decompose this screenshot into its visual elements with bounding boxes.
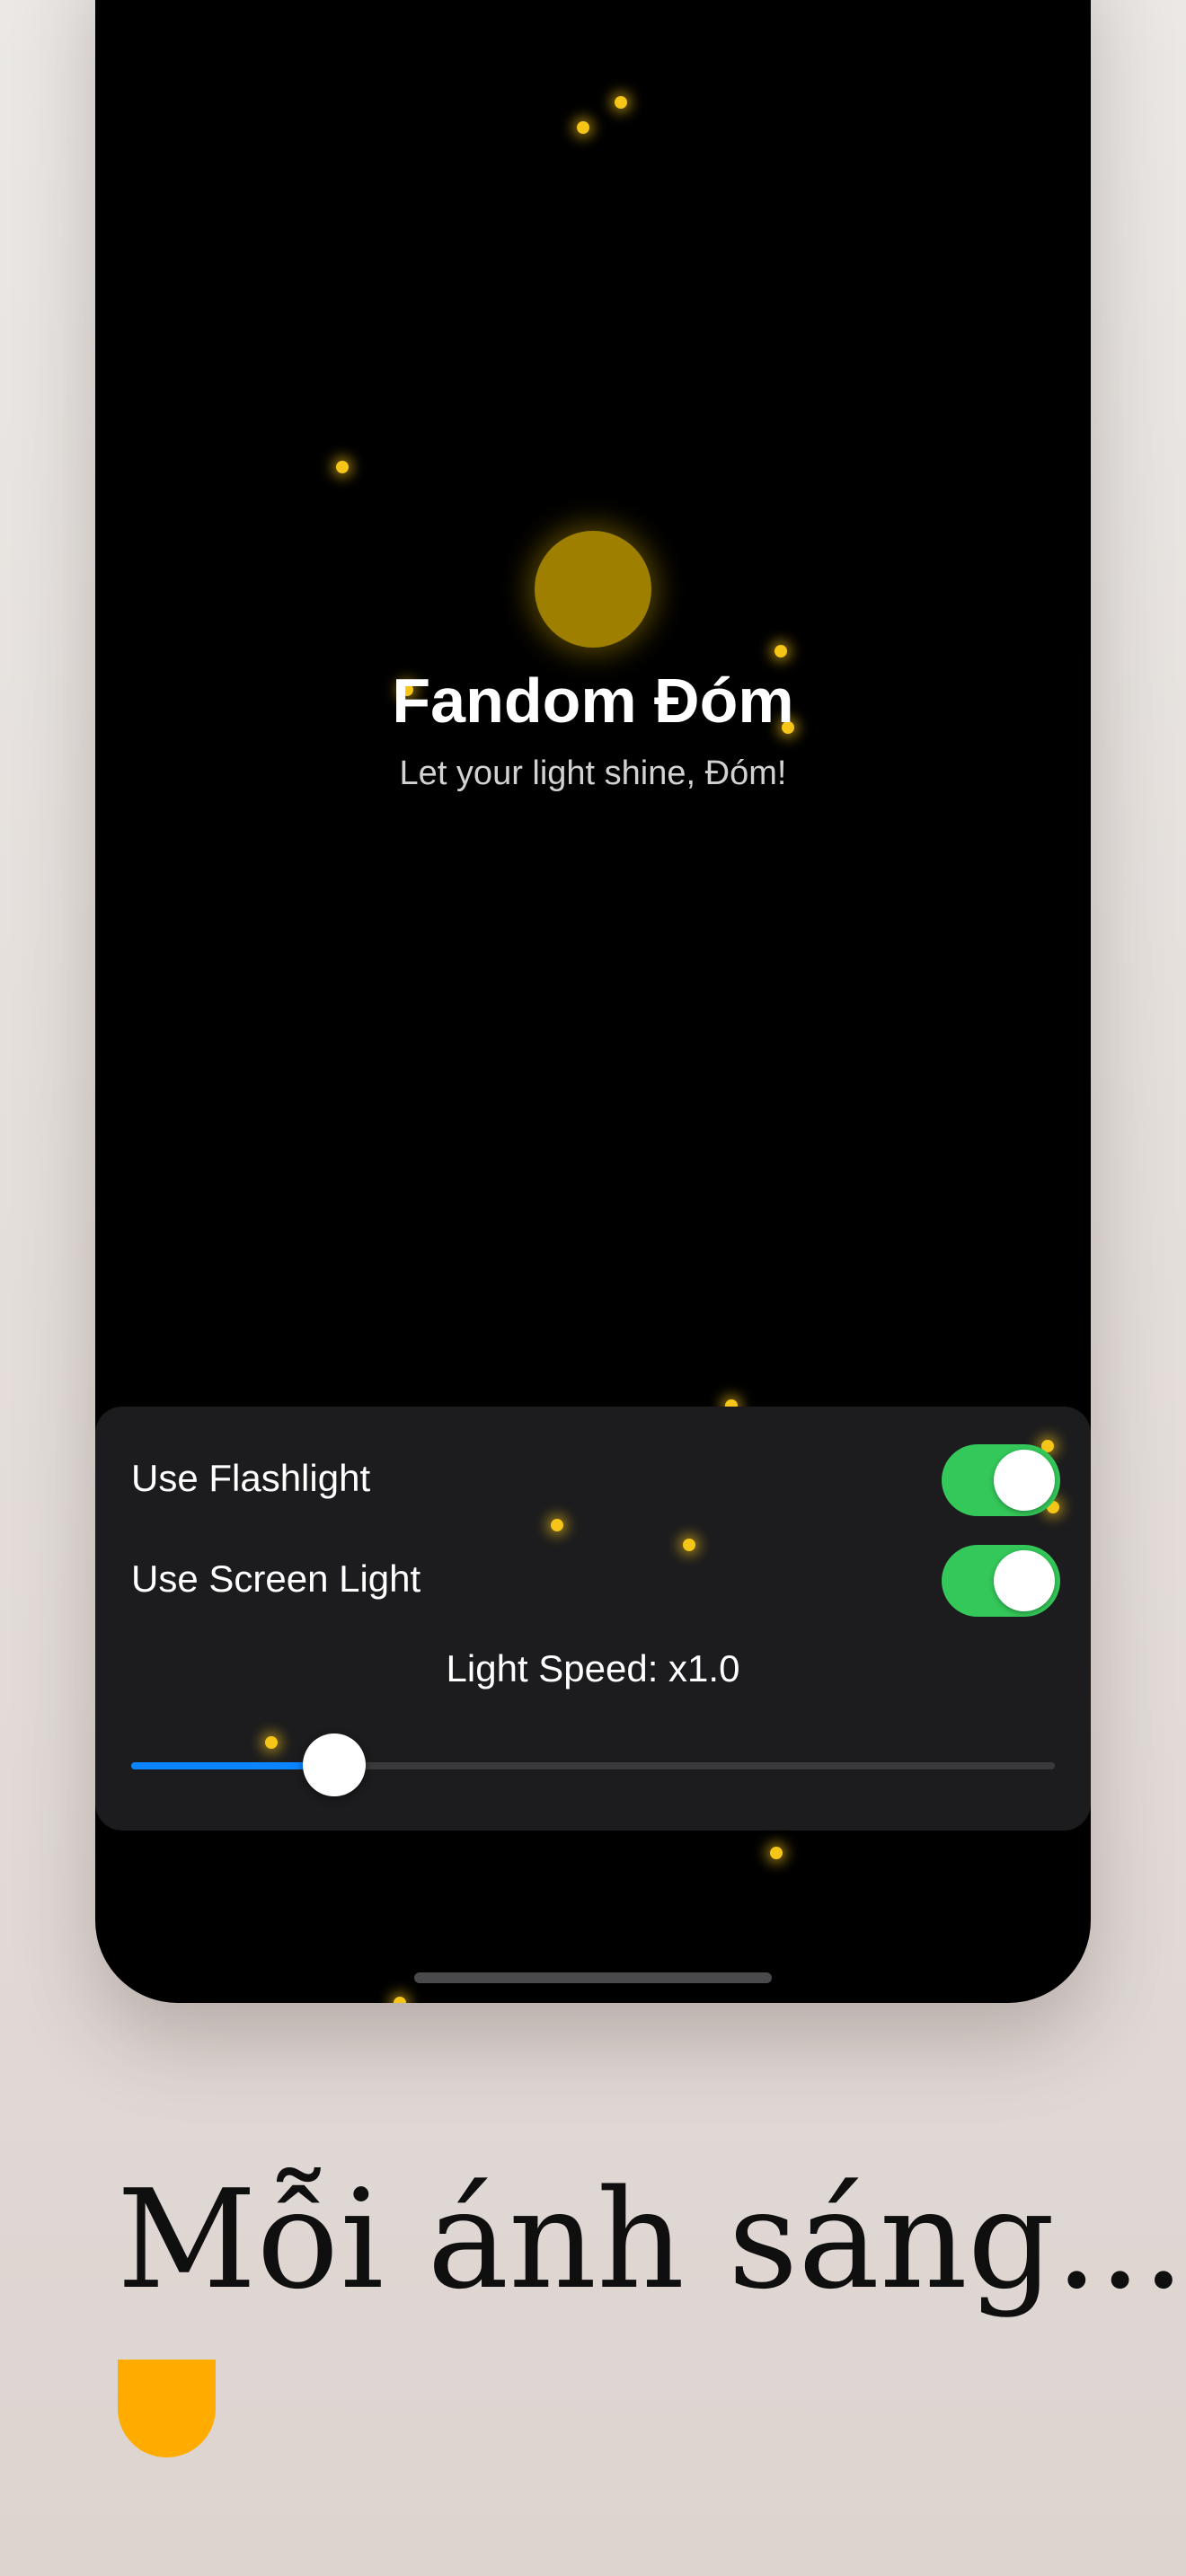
phone-screen: Fandom Đóm Let your light shine, Đóm! Us… [95, 0, 1091, 2003]
firefly-dot [265, 1736, 278, 1749]
promo-headline: Mỗi ánh sáng... [117, 2160, 1186, 2319]
firefly-dot [336, 461, 349, 473]
app-subtitle: Let your light shine, Đóm! [399, 754, 787, 792]
toggle-knob [994, 1450, 1055, 1511]
firefly-dot [394, 1997, 406, 2003]
toggle-knob [994, 1550, 1055, 1611]
firefly-dot [615, 96, 627, 109]
slider-thumb[interactable] [303, 1734, 367, 1796]
firefly-dot [577, 121, 589, 134]
firefly-dot [774, 645, 787, 657]
firefly-dot [770, 1847, 783, 1859]
app-title: Fandom Đóm [392, 666, 794, 736]
screen-light-toggle[interactable] [942, 1545, 1060, 1617]
accent-badge [118, 2360, 216, 2457]
settings-panel: Use Flashlight Use Screen Light Light Sp… [95, 1407, 1091, 1831]
screen-light-label: Use Screen Light [131, 1557, 421, 1600]
light-speed-slider[interactable] [131, 1734, 1055, 1796]
flashlight-toggle[interactable] [942, 1444, 1060, 1516]
light-speed-label: Light Speed: x1.0 [446, 1647, 740, 1689]
home-indicator[interactable] [414, 1972, 772, 1983]
firefly-dot [683, 1539, 695, 1551]
firefly-dot [551, 1519, 563, 1531]
light-orb[interactable] [535, 531, 651, 648]
flashlight-label: Use Flashlight [131, 1457, 371, 1499]
